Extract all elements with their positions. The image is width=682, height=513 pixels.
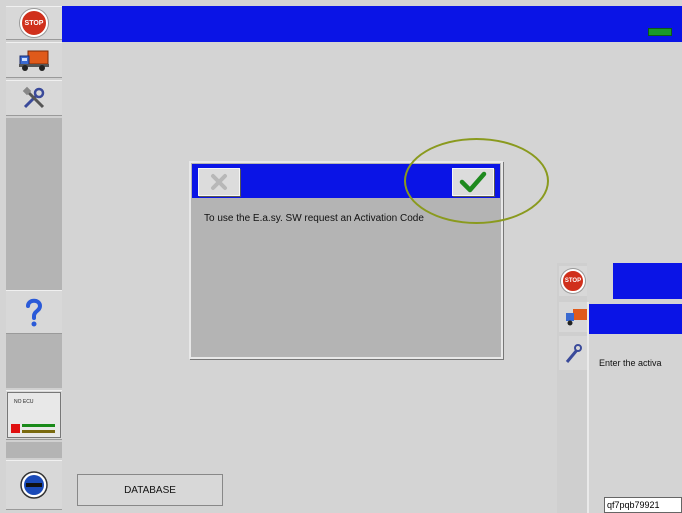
secondary-tools-icon — [565, 344, 582, 363]
ignition-key-icon — [20, 471, 48, 499]
secondary-stop-button[interactable]: STOP — [559, 266, 587, 296]
secondary-stop-icon: STOP — [561, 269, 585, 293]
activation-code-input[interactable]: qf7pqb79921 — [604, 497, 682, 513]
sidebar-spacer-2 — [6, 334, 62, 388]
cancel-button[interactable] — [198, 168, 240, 196]
tools-button[interactable] — [6, 80, 62, 116]
ignition-button[interactable] — [6, 460, 62, 510]
dialog-message: To use the E.a.sy. SW request an Activat… — [204, 213, 424, 224]
stop-icon: STOP — [20, 9, 48, 37]
database-button[interactable]: DATABASE — [77, 474, 223, 506]
ecu-status: NO ECU — [6, 390, 62, 440]
secondary-vehicle-button[interactable] — [559, 302, 587, 332]
secondary-tools-button[interactable] — [559, 336, 587, 370]
secondary-truck-icon — [566, 309, 587, 326]
minimize-indicator[interactable] — [648, 28, 672, 36]
sidebar-spacer-3 — [6, 442, 62, 458]
secondary-dialog-message: Enter the activa — [599, 358, 662, 368]
ecu-panel: NO ECU — [7, 392, 61, 438]
secondary-title-bar — [613, 263, 682, 299]
ecu-red-indicator — [11, 424, 20, 433]
truck-icon — [19, 50, 49, 71]
stop-button[interactable]: STOP — [6, 6, 62, 40]
secondary-sidebar — [557, 263, 587, 513]
highlight-ring — [404, 138, 549, 224]
ecu-bar-2 — [22, 430, 55, 433]
vehicle-button[interactable] — [6, 42, 62, 78]
ecu-bar-1 — [22, 424, 55, 427]
sidebar-spacer — [6, 118, 62, 290]
ecu-label: NO ECU — [14, 399, 34, 405]
question-icon — [26, 298, 43, 327]
close-icon — [211, 174, 227, 190]
secondary-dialog-header — [589, 304, 682, 334]
tools-icon — [22, 86, 45, 109]
title-bar — [62, 6, 682, 42]
help-button[interactable] — [6, 290, 62, 334]
